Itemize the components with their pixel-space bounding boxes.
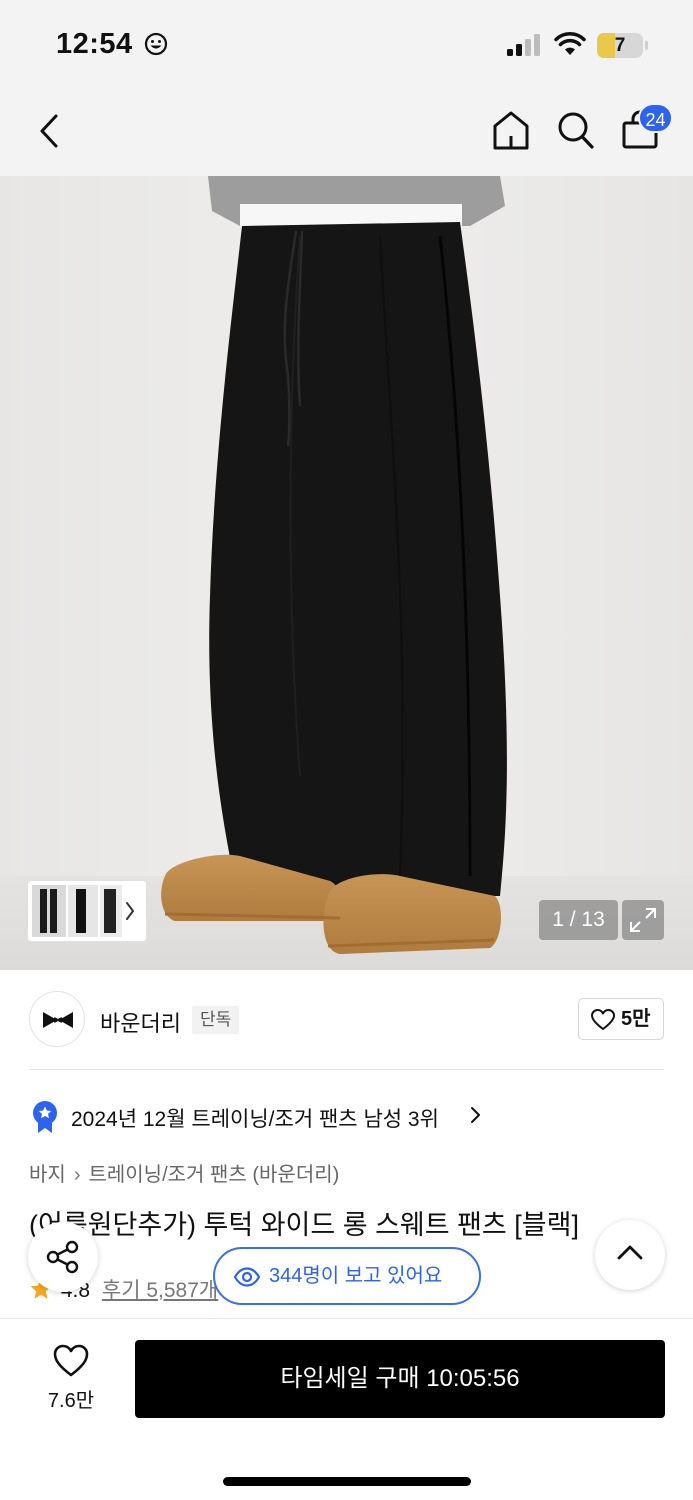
brand-name[interactable]: 바운더리 [100, 1006, 181, 1038]
chevron-up-icon [617, 1245, 643, 1260]
wishlist-count: 7.6만 [47, 1390, 95, 1412]
battery-cap [645, 41, 648, 50]
product-title: (어룹원단추가) 투턱 와이드 롱 스웨트 팬츠 [블랙] [29, 1210, 579, 1240]
ranking-text[interactable]: 2024년 12월 트레이닝/조거 팬츠 남성 3위 [71, 1103, 439, 1133]
status-bar: 12:54 7 [0, 0, 693, 92]
eye-icon [233, 1267, 261, 1287]
scroll-to-top-button[interactable] [595, 1220, 665, 1290]
smiley-icon [144, 32, 168, 56]
thumbnail-strip-button[interactable] [28, 881, 146, 941]
product-image[interactable] [0, 176, 693, 970]
heart-outline-icon [53, 1344, 89, 1377]
brand-logo-icon [43, 1012, 73, 1028]
image-counter: 1 / 13 [539, 900, 618, 940]
home-indicator[interactable] [223, 1477, 471, 1486]
brand-logo[interactable] [29, 991, 85, 1047]
cellular-signal-icon [507, 34, 540, 56]
expand-image-button[interactable] [622, 900, 664, 940]
wifi-icon [554, 32, 586, 55]
back-chevron-icon[interactable] [36, 112, 64, 150]
top-nav-bar [0, 92, 693, 176]
cart-count-badge: 24 [638, 103, 673, 133]
thumbnail-images [32, 885, 134, 937]
brand-like-count: 5만 [621, 1008, 651, 1030]
brand-like-button[interactable]: 5만 [578, 998, 664, 1040]
product-photo-pants [0, 176, 693, 970]
chevron-right-icon[interactable] [468, 1105, 482, 1125]
time-sale-buy-button[interactable]: 타임세일 구매 10:05:56 [135, 1340, 665, 1418]
status-time: 12:54 [56, 28, 133, 60]
divider [29, 1069, 664, 1070]
battery-icon: 7 [597, 33, 643, 58]
viewers-count-pill: 344명이 보고 있어요 [213, 1247, 481, 1305]
exclusive-badge: 단독 [192, 1006, 240, 1034]
heart-outline-icon [591, 1009, 615, 1030]
breadcrumb-separator-icon: › [73, 1164, 81, 1186]
breadcrumb-level2[interactable]: 트레이닝/조거 팬츠 (바운더리) [88, 1164, 339, 1186]
battery-percent: 7 [614, 35, 626, 56]
ranking-medal-icon [33, 1101, 57, 1133]
product-detail-screen: 12:54 7 24 1 / 13 바운더리 단독 5만 2024년 12월 트… [0, 0, 693, 1500]
breadcrumb-level1[interactable]: 바지 [29, 1164, 66, 1186]
breadcrumb: 바지 › 트레이닝/조거 팬츠 (바운더리) [29, 1158, 339, 1187]
viewers-count-text: 344명이 보고 있어요 [269, 1265, 443, 1287]
home-icon[interactable] [491, 109, 531, 151]
share-icon [46, 1240, 79, 1274]
share-button[interactable] [28, 1222, 98, 1292]
search-icon[interactable] [556, 109, 596, 151]
review-count-link[interactable]: 후기 5,587개 [102, 1279, 218, 1302]
expand-icon [630, 908, 656, 932]
wishlist-button[interactable]: 7.6만 [36, 1344, 106, 1414]
